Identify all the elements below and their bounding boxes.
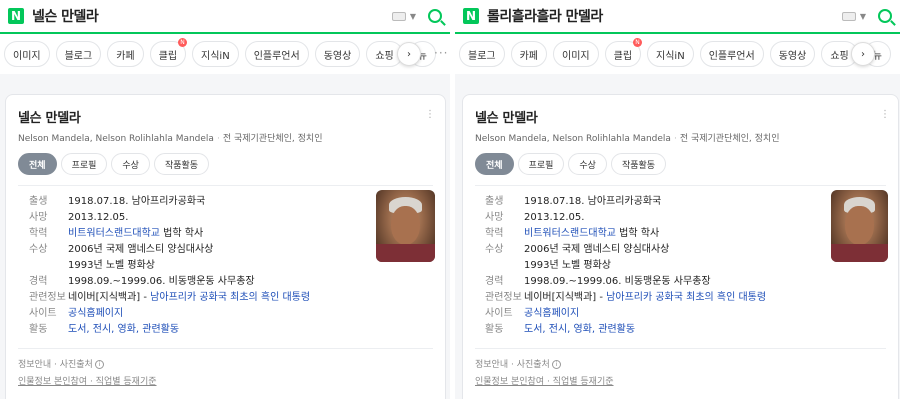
profile-rows: 출생 1918.07.18. 남아프리카공화국 사망 2013.12.05. 학력 비… — [6, 186, 445, 338]
left-pane: N 넬슨 만델라 ▼ 이미지 블로그 카페 클립 N 지식iN 인플루언서 동영상… — [0, 0, 450, 399]
subtab-works[interactable]: 작품활동 — [153, 153, 210, 175]
new-badge: N — [178, 38, 188, 47]
separator: · — [216, 134, 220, 144]
search-query[interactable]: 넬슨 만델라 — [32, 6, 392, 26]
tab-bar: 블로그 카페 이미지 클립 N 지식iN 인플루언서 동영상 쇼핑 뉴 › — [455, 34, 900, 74]
footer-links[interactable]: 인물정보 본인참여 · 직업별 등재기준 — [475, 374, 886, 387]
tab-chip[interactable]: 이미지 — [4, 41, 50, 67]
activity-links[interactable]: 도서, 전시, 영화, 관련활동 — [68, 322, 179, 338]
row-career: 경력 1998.09.~1999.06. 비동맹운동 사무총장 — [485, 276, 711, 287]
subtab-works[interactable]: 작품활동 — [610, 153, 667, 175]
row-site: 사이트 공식홈페이지 — [29, 306, 445, 322]
info-notice[interactable]: 정보안내 · 사진출처 i — [475, 357, 886, 370]
tab-chip[interactable]: 블로그 — [55, 41, 102, 67]
row-related: 관련정보 네이버[지식백과] - 남아프리카 공화국 최초의 흑인 대통령 — [29, 292, 311, 303]
info-icon: i — [94, 360, 104, 369]
footer-links[interactable]: 인물정보 본인참여 · 직업별 등재기준 — [18, 374, 433, 387]
subtab-awards[interactable]: 수상 — [568, 153, 607, 175]
row-activity: 활동 도서, 전시, 영화, 관련활동 — [485, 322, 898, 338]
caret-down-icon[interactable]: ▼ — [410, 12, 416, 21]
alt-names: Nelson Mandela, Nelson Rolihlahla Mandel… — [475, 134, 671, 144]
related-link[interactable]: 남아프리카 공화국 최초의 흑인 대통령 — [150, 292, 310, 303]
keyboard-icon[interactable] — [841, 11, 856, 21]
tab-chip-clip[interactable]: 클립 N — [604, 38, 643, 67]
tab-chip[interactable]: 지식iN — [647, 41, 694, 67]
kebab-icon[interactable]: ⋮ — [425, 109, 435, 120]
homepage-link[interactable]: 공식홈페이지 — [68, 306, 123, 322]
education-link[interactable]: 비트워터스랜드대학교 — [68, 228, 160, 239]
tab-chip[interactable]: 인플루언서 — [699, 41, 764, 67]
subtab-bar: 전체 프로필 수상 작품활동 — [475, 153, 886, 175]
occupation: 전 국제기관단체인, 정치인 — [679, 134, 780, 144]
row-career: 경력 1998.09.~1999.06. 비동맹운동 사무총장 — [29, 276, 255, 287]
alt-names: Nelson Mandela, Nelson Rolihlahla Mandel… — [18, 134, 214, 144]
chevron-right-icon[interactable]: › — [851, 42, 875, 66]
homepage-link[interactable]: 공식홈페이지 — [524, 306, 579, 322]
search-query[interactable]: 롤리흘라흘라 만델라 — [487, 6, 842, 26]
search-icon[interactable] — [428, 9, 442, 23]
tab-label: 클립 — [158, 50, 178, 62]
tab-chip[interactable]: 동영상 — [314, 41, 361, 67]
education-link[interactable]: 비트워터스랜드대학교 — [524, 228, 616, 239]
subtab-bar: 전체 프로필 수상 작품활동 — [18, 153, 433, 175]
subtab-awards[interactable]: 수상 — [111, 153, 150, 175]
chevron-right-icon[interactable]: › — [397, 42, 421, 66]
row-site: 사이트 공식홈페이지 — [485, 306, 898, 322]
new-badge: N — [633, 38, 643, 47]
occupation: 전 국제기관단체인, 정치인 — [222, 134, 323, 144]
info-icon: i — [551, 360, 561, 369]
caret-down-icon[interactable]: ▼ — [860, 12, 866, 21]
naver-logo[interactable]: N — [8, 8, 24, 24]
tab-chip[interactable]: 인플루언서 — [244, 41, 309, 67]
more-dots-icon[interactable]: ··· — [434, 46, 448, 60]
tab-chip[interactable]: 이미지 — [553, 41, 599, 67]
tab-bar: 이미지 블로그 카페 클립 N 지식iN 인플루언서 동영상 쇼핑 뉴 › ··· — [0, 34, 450, 74]
row-activity: 활동 도서, 전시, 영화, 관련활동 — [29, 322, 445, 338]
info-notice[interactable]: 정보안내 · 사진출처 i — [18, 357, 433, 370]
naver-logo[interactable]: N — [463, 8, 479, 24]
subtab-profile[interactable]: 프로필 — [60, 153, 108, 175]
profile-rows: 출생 1918.07.18. 남아프리카공화국 사망 2013.12.05. 학력 비… — [463, 186, 898, 338]
keyboard-icon[interactable] — [391, 11, 406, 21]
tab-chip[interactable]: 블로그 — [459, 41, 505, 67]
card-subtitle: Nelson Mandela, Nelson Rolihlahla Mandel… — [475, 131, 886, 144]
subtab-all[interactable]: 전체 — [475, 153, 514, 175]
related-link[interactable]: 남아프리카 공화국 최초의 흑인 대통령 — [606, 292, 766, 303]
card-name[interactable]: 넬슨 만델라 — [475, 107, 886, 126]
tab-chip-clip[interactable]: 클립 N — [149, 38, 188, 67]
search-icon[interactable] — [878, 9, 892, 23]
profile-photo[interactable] — [831, 190, 888, 262]
kebab-icon[interactable]: ⋮ — [880, 109, 890, 120]
tab-label: 클립 — [613, 50, 633, 62]
tab-chip[interactable]: 지식iN — [192, 41, 239, 67]
right-pane: N 롤리흘라흘라 만델라 ▼ 블로그 카페 이미지 클립 N 지식iN 인플루언서… — [455, 0, 900, 399]
profile-card: 넬슨 만델라 Nelson Mandela, Nelson Rolihlahla… — [462, 94, 899, 399]
tab-chip[interactable]: 카페 — [510, 41, 548, 67]
card-subtitle: Nelson Mandela, Nelson Rolihlahla Mandel… — [18, 131, 433, 144]
card-name[interactable]: 넬슨 만델라 — [18, 107, 433, 126]
separator: · — [673, 134, 677, 144]
tab-chip[interactable]: 동영상 — [769, 41, 816, 67]
row-related: 관련정보 네이버[지식백과] - 남아프리카 공화국 최초의 흑인 대통령 — [485, 292, 767, 303]
profile-photo[interactable] — [376, 190, 435, 262]
subtab-all[interactable]: 전체 — [18, 153, 57, 175]
subtab-profile[interactable]: 프로필 — [517, 153, 565, 175]
tab-chip[interactable]: 카페 — [107, 41, 144, 67]
search-bar: N 롤리흘라흘라 만델라 ▼ — [455, 0, 900, 34]
activity-links[interactable]: 도서, 전시, 영화, 관련활동 — [524, 322, 635, 338]
profile-card: 넬슨 만델라 Nelson Mandela, Nelson Rolihlahla… — [5, 94, 446, 399]
search-bar: N 넬슨 만델라 ▼ — [0, 0, 450, 34]
